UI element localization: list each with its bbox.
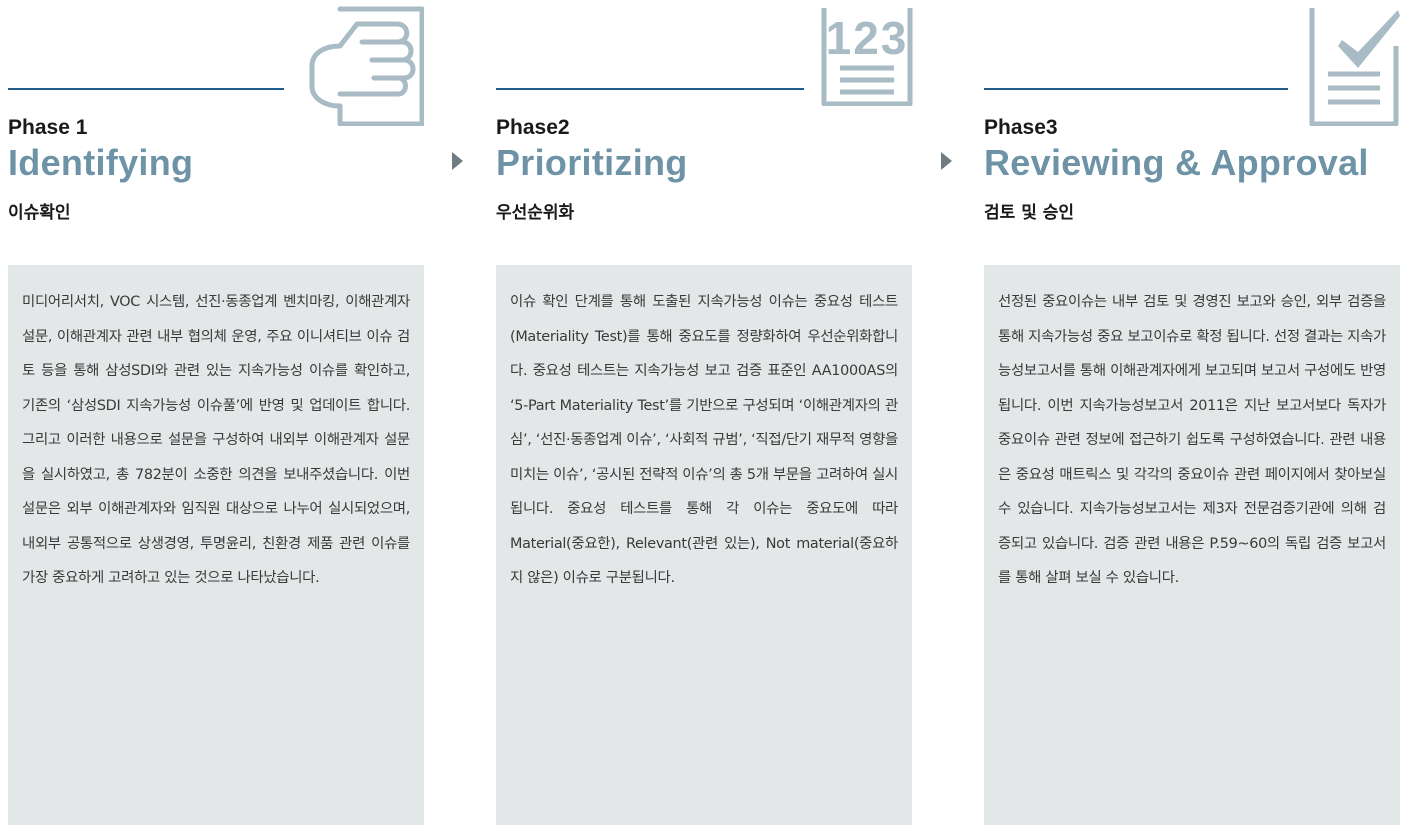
description-box: 미디어리서치, VOC 시스템, 선진·동종업계 벤치마킹, 이해관계자 설문,… — [8, 265, 424, 825]
description-text: 선정된 중요이슈는 내부 검토 및 경영진 보고와 승인, 외부 검증을 통해 … — [998, 294, 1386, 586]
phase-title: Reviewing & Approval — [984, 142, 1369, 183]
description-box: 이슈 확인 단계를 통해 도출된 지속가능성 이슈는 중요성 테스트(Mater… — [496, 265, 912, 825]
phase-3-column: Phase3 Reviewing & Approval 검토 및 승인 선정된 … — [984, 0, 1404, 825]
description-text: 미디어리서치, VOC 시스템, 선진·동종업계 벤치마킹, 이해관계자 설문,… — [22, 294, 410, 586]
phase-label: Phase2 — [496, 116, 570, 139]
phase-label: Phase 1 — [8, 116, 88, 139]
icon-digits: 123 — [826, 12, 909, 64]
phase-1-column: Phase 1 Identifying 이슈확인 미디어리서치, VOC 시스템… — [8, 0, 428, 825]
phase-subtitle: 이슈확인 — [8, 203, 71, 223]
checklist-icon — [1302, 6, 1402, 126]
description-box: 선정된 중요이슈는 내부 검토 및 경영진 보고와 승인, 외부 검증을 통해 … — [984, 265, 1400, 825]
phase-2-column: 123 Phase2 Prioritizing 우선순위화 이슈 확인 단계를 … — [496, 0, 916, 825]
divider-line — [8, 88, 284, 90]
phase-title: Identifying — [8, 142, 194, 183]
description-text: 이슈 확인 단계를 통해 도출된 지속가능성 이슈는 중요성 테스트(Mater… — [510, 294, 898, 586]
divider-line — [984, 88, 1288, 90]
divider-line — [496, 88, 804, 90]
phase-subtitle: 우선순위화 — [496, 203, 575, 223]
numbered-list-icon: 123 — [814, 6, 914, 106]
phase-label: Phase3 — [984, 116, 1058, 139]
arrow-right-icon — [941, 152, 952, 170]
pointing-hand-icon — [302, 6, 424, 126]
phase-title: Prioritizing — [496, 142, 688, 183]
phase-subtitle: 검토 및 승인 — [984, 203, 1075, 223]
arrow-right-icon — [452, 152, 463, 170]
